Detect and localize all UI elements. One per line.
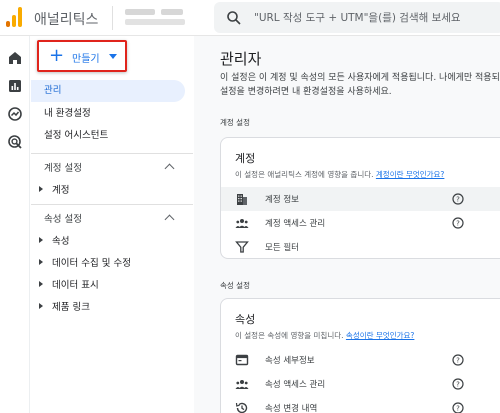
what-is-property-link[interactable]: 속성이란 무엇인가요? <box>346 331 414 340</box>
all-filters-label: 모든 필터 <box>265 243 299 253</box>
property-details-icon <box>235 354 249 366</box>
people-icon <box>235 219 249 228</box>
account-settings-label: 계정 설정 <box>220 118 250 127</box>
account-access-row[interactable]: 계정 액세스 관리 ? <box>221 211 500 235</box>
create-button[interactable]: + 만들기 <box>37 40 127 72</box>
sidebar-item-label: 제품 링크 <box>52 302 90 313</box>
building-icon <box>237 194 247 205</box>
page-description: 이 설정은 이 계정 및 속성의 모든 사용자에게 적용됩니다. 나에게만 적용… <box>220 73 500 97</box>
account-card-title: 계정 <box>235 152 256 165</box>
search-placeholder: "URL 작성 도구 + UTM"을(를) 검색해 보세요 <box>254 12 461 24</box>
filter-icon <box>235 241 249 253</box>
expand-arrow-icon <box>39 281 43 287</box>
people-icon <box>235 380 249 389</box>
help-icon[interactable]: ? <box>452 402 464 413</box>
all-filters-row[interactable]: 모든 필터 <box>221 235 500 259</box>
sidebar-item-admin[interactable]: 관리 <box>31 80 185 102</box>
home-icon[interactable] <box>7 50 23 66</box>
main-content: 관리자 이 설정은 이 계정 및 속성의 모든 사용자에게 적용됩니다. 나에게… <box>194 36 500 413</box>
svg-text:?: ? <box>456 220 460 228</box>
dropdown-arrow-icon <box>109 54 117 59</box>
account-settings-section-title[interactable]: 계정 설정 <box>44 160 82 174</box>
analytics-logo[interactable] <box>6 7 24 27</box>
account-access-label: 계정 액세스 관리 <box>265 219 326 229</box>
sidebar-item-account[interactable]: 계정 <box>39 182 69 196</box>
svg-text:?: ? <box>456 196 460 204</box>
help-icon[interactable]: ? <box>452 378 464 390</box>
create-button-label: 만들기 <box>72 54 100 65</box>
top-bar: 애널리틱스 "URL 작성 도구 + UTM"을(를) 검색해 보세요 <box>0 0 500 36</box>
admin-sidebar: + 만들기 관리 내 환경설정 설정 어시스턴트 계정 설정 계정 속성 설정 … <box>31 36 193 413</box>
sidebar-item-label: 데이터 표시 <box>52 280 99 291</box>
property-access-label: 속성 액세스 관리 <box>265 380 326 390</box>
svg-text:?: ? <box>456 381 460 389</box>
property-history-row[interactable]: 속성 변경 내역 ? <box>221 396 500 413</box>
property-details-row[interactable]: 속성 세부정보 ? <box>221 348 500 372</box>
property-card-title: 속성 <box>235 313 256 326</box>
sidebar-item-product-links[interactable]: 제품 링크 <box>39 299 90 313</box>
page-title: 관리자 <box>220 50 262 68</box>
account-info-label: 계정 정보 <box>265 195 299 205</box>
sidebar-item-property[interactable]: 속성 <box>39 233 69 247</box>
left-rail <box>0 36 30 413</box>
expand-arrow-icon <box>39 303 43 309</box>
help-icon[interactable]: ? <box>452 354 464 366</box>
chevron-up-icon[interactable] <box>164 214 175 225</box>
sidebar-item-label: 속성 <box>52 236 70 247</box>
plus-icon: + <box>49 45 65 66</box>
property-settings-label: 속성 설정 <box>220 281 250 290</box>
property-card: 속성 이 설정은 속성에 영향을 미칩니다. 속성이란 무엇인가요? 속성 세부… <box>220 298 500 413</box>
search-icon <box>227 11 241 25</box>
property-details-label: 속성 세부정보 <box>265 356 315 366</box>
help-icon[interactable]: ? <box>452 217 464 229</box>
account-card-description: 이 설정은 애널리틱스 계정에 영향을 줍니다. 계정이란 무엇인가요? <box>235 169 444 180</box>
svg-text:?: ? <box>456 405 460 413</box>
reports-icon[interactable] <box>7 78 23 94</box>
sidebar-item-setup-assistant[interactable]: 설정 어시스턴트 <box>31 125 185 147</box>
history-icon <box>235 402 248 413</box>
sidebar-item-my-preferences[interactable]: 내 환경설정 <box>31 103 185 125</box>
chevron-up-icon[interactable] <box>164 163 175 174</box>
property-access-row[interactable]: 속성 액세스 관리 ? <box>221 372 500 396</box>
search-bar[interactable]: "URL 작성 도구 + UTM"을(를) 검색해 보세요 <box>214 2 500 33</box>
property-history-label: 속성 변경 내역 <box>265 404 318 413</box>
sidebar-item-label: 계정 <box>52 185 70 196</box>
svg-text:?: ? <box>456 357 460 365</box>
account-selector[interactable] <box>112 6 202 30</box>
help-icon[interactable]: ? <box>452 193 464 205</box>
advertising-icon[interactable] <box>7 134 23 150</box>
account-info-row[interactable]: 계정 정보 ? <box>221 187 500 211</box>
expand-arrow-icon <box>39 186 43 192</box>
divider <box>31 204 193 205</box>
property-card-description: 이 설정은 속성에 영향을 미칩니다. 속성이란 무엇인가요? <box>235 330 414 341</box>
expand-arrow-icon <box>39 237 43 243</box>
account-card-desc-text: 이 설정은 애널리틱스 계정에 영향을 줍니다. <box>235 170 374 179</box>
sidebar-item-label: 데이터 수집 및 수정 <box>52 258 131 269</box>
account-card: 계정 이 설정은 애널리틱스 계정에 영향을 줍니다. 계정이란 무엇인가요? … <box>220 137 500 259</box>
app-title: 애널리틱스 <box>34 12 99 28</box>
property-settings-section-title[interactable]: 속성 설정 <box>44 211 82 225</box>
divider <box>31 153 193 154</box>
expand-arrow-icon <box>39 259 43 265</box>
sidebar-item-data-collection[interactable]: 데이터 수집 및 수정 <box>39 255 131 269</box>
sidebar-item-data-display[interactable]: 데이터 표시 <box>39 277 99 291</box>
explore-icon[interactable] <box>7 106 23 122</box>
what-is-account-link[interactable]: 계정이란 무엇인가요? <box>376 170 444 179</box>
property-card-desc-text: 이 설정은 속성에 영향을 미칩니다. <box>235 331 344 340</box>
